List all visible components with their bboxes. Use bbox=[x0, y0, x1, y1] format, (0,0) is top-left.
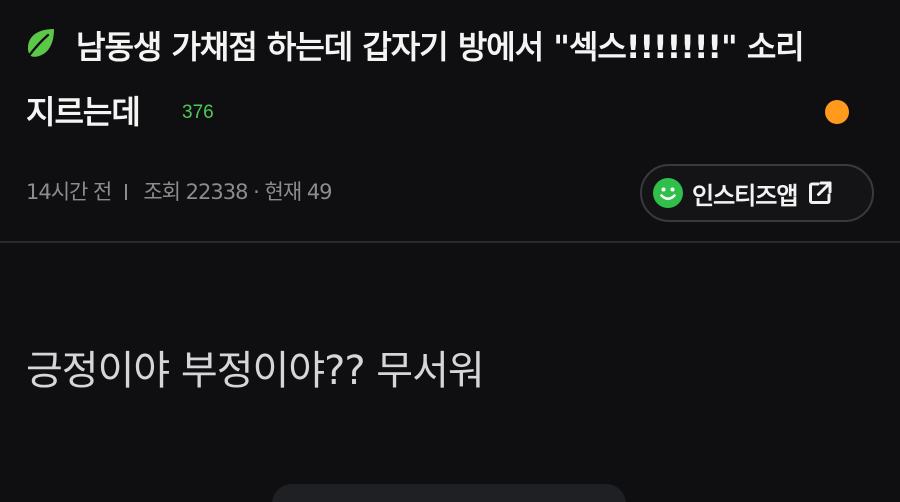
header-divider bbox=[0, 241, 900, 243]
post-title-continued[interactable]: 지르는데 bbox=[26, 87, 141, 133]
leaf-icon bbox=[24, 26, 58, 60]
smiley-icon bbox=[652, 177, 684, 209]
external-link-icon bbox=[807, 180, 833, 206]
meta-separator bbox=[125, 184, 128, 200]
post-meta: 14시간 전 조회 22338 · 현재 49 bbox=[26, 176, 333, 206]
post-header: 남동생 가채점 하는데 갑자기 방에서 "섹스!!!!!!!" 소리 지르는데 … bbox=[0, 0, 900, 242]
post-views: 조회 22338 · 현재 49 bbox=[143, 180, 332, 204]
open-app-button[interactable]: 인스티즈앱 bbox=[640, 164, 874, 222]
post-page: 남동생 가채점 하는데 갑자기 방에서 "섹스!!!!!!!" 소리 지르는데 … bbox=[0, 0, 900, 502]
app-button-label: 인스티즈앱 bbox=[692, 181, 798, 210]
post-body-text: 긍정이야 부정이야?? 무서워 bbox=[26, 348, 485, 394]
post-time: 14시간 전 bbox=[26, 180, 112, 204]
comment-count[interactable]: 376 bbox=[182, 102, 214, 124]
post-title[interactable]: 남동생 가채점 하는데 갑자기 방에서 "섹스!!!!!!!" 소리 bbox=[76, 22, 805, 68]
status-dot bbox=[825, 100, 849, 124]
bottom-floating-bar[interactable] bbox=[272, 484, 626, 502]
